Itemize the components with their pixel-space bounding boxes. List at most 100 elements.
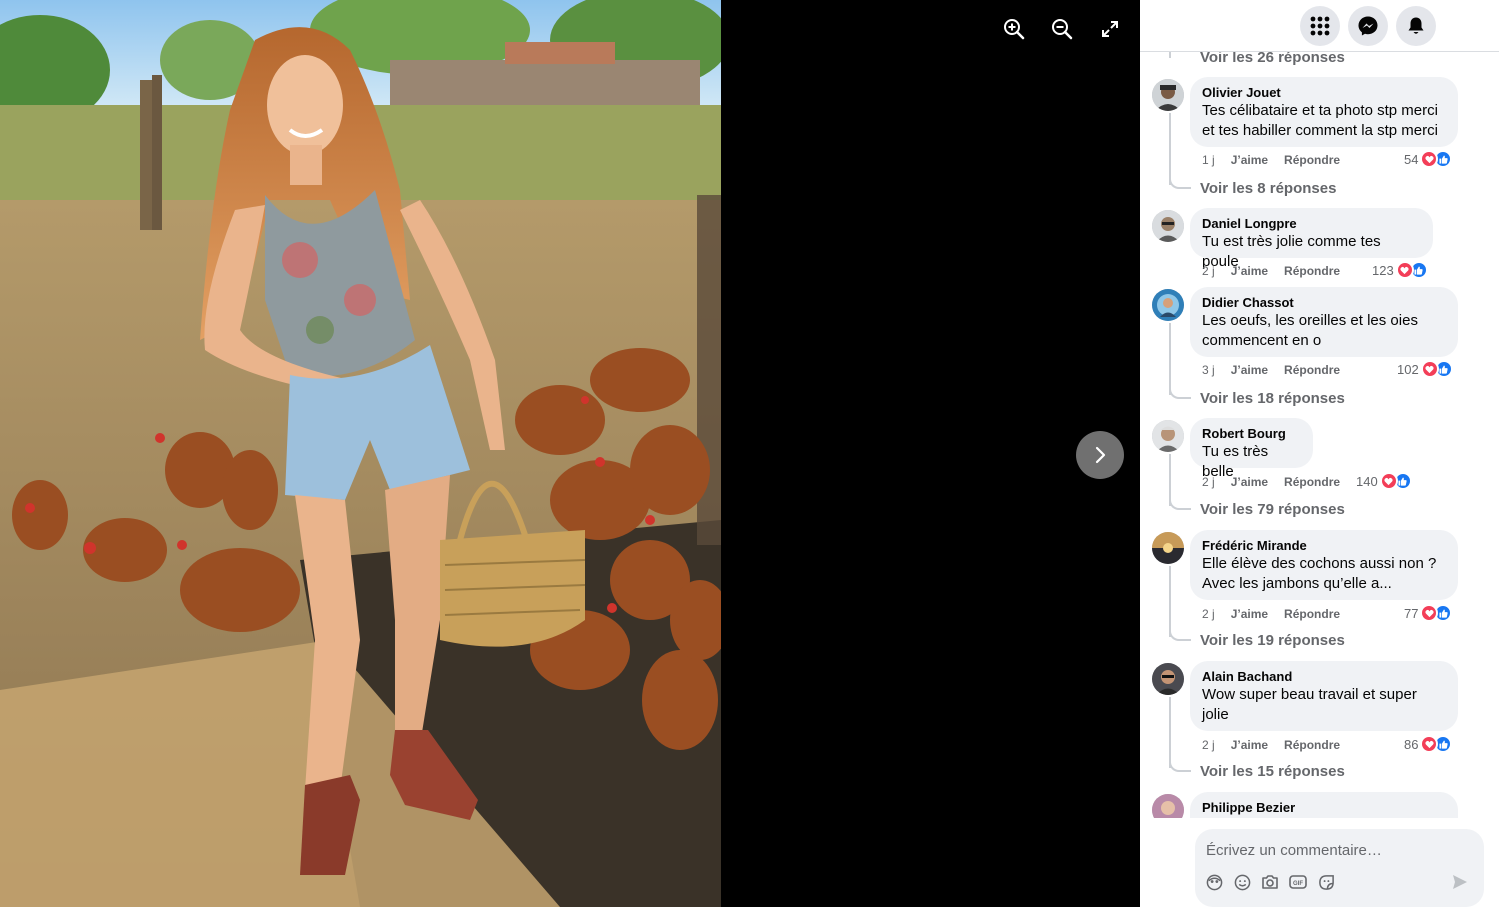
avatar[interactable]: [1152, 420, 1184, 452]
photo-viewer: [0, 0, 1140, 907]
menu-button[interactable]: [1300, 5, 1340, 46]
zoom-out-button[interactable]: [1042, 14, 1082, 44]
thread-elbow: [1169, 629, 1191, 641]
comment-bubble: Robert Bourg Tu es très belle: [1190, 418, 1313, 480]
comment-time: 2 j: [1202, 738, 1215, 752]
view-replies-link[interactable]: Voir les 18 réponses: [1200, 390, 1345, 407]
thread-line: [1169, 52, 1171, 58]
comment-bubble: Alain Bachand Wow super beau travail et …: [1190, 661, 1458, 731]
reaction-summary[interactable]: 123: [1372, 261, 1428, 279]
comments-list: Voir les 26 réponses Olivier Jouet Tes c…: [1140, 52, 1499, 818]
grid-menu-icon: [1310, 16, 1330, 35]
reaction-summary[interactable]: 77: [1404, 604, 1453, 622]
comment-actions: 3 j J’aime Répondre: [1202, 363, 1340, 377]
reaction-summary[interactable]: 54: [1404, 150, 1453, 168]
panel-header: [1140, 0, 1499, 52]
avatar[interactable]: [1152, 289, 1184, 321]
comment-author[interactable]: Frédéric Mirande: [1202, 538, 1446, 554]
avatar[interactable]: [1152, 663, 1184, 695]
reply-button[interactable]: Répondre: [1284, 153, 1340, 167]
bell-icon: [1408, 17, 1424, 34]
send-button[interactable]: [1451, 873, 1471, 893]
like-button[interactable]: J’aime: [1231, 363, 1268, 377]
view-replies-link[interactable]: Voir les 19 réponses: [1200, 632, 1345, 649]
photo-image: [0, 0, 721, 907]
comments-panel: Voir les 26 réponses Olivier Jouet Tes c…: [1140, 0, 1499, 907]
thread-line: [1169, 113, 1171, 185]
avatar[interactable]: [1152, 794, 1184, 818]
photo[interactable]: [0, 0, 721, 907]
comment-text: Wow super beau travail et super: [1202, 686, 1417, 703]
thread-elbow: [1169, 760, 1191, 772]
view-replies-link[interactable]: Voir les 26 réponses: [1200, 52, 1345, 66]
emoji-icon[interactable]: [1233, 873, 1251, 891]
comment-text: Elle élève des cochons aussi non ?: [1202, 555, 1437, 572]
like-button[interactable]: J’aime: [1231, 607, 1268, 621]
reaction-summary[interactable]: 102: [1397, 360, 1453, 378]
like-button[interactable]: J’aime: [1231, 153, 1268, 167]
comment-time: 2 j: [1202, 264, 1215, 278]
thread-line: [1169, 697, 1171, 768]
heart-icon: [1379, 472, 1398, 490]
sticker-icon[interactable]: [1317, 873, 1335, 891]
like-button[interactable]: J’aime: [1231, 264, 1268, 278]
reaction-count: 123: [1372, 262, 1394, 278]
like-button[interactable]: J’aime: [1231, 475, 1268, 489]
view-replies-link[interactable]: Voir les 8 réponses: [1200, 180, 1336, 197]
svg-text:GIF: GIF: [1293, 881, 1303, 887]
comment-bubble: Philippe Bezier: [1190, 792, 1458, 818]
comment-text: jolie: [1202, 706, 1229, 723]
comment-bubble: Daniel Longpre Tu est très jolie comme t…: [1190, 208, 1433, 270]
reaction-count: 54: [1404, 151, 1419, 167]
like-button[interactable]: J’aime: [1231, 738, 1268, 752]
messenger-button[interactable]: [1348, 5, 1388, 46]
gif-icon[interactable]: GIF: [1289, 873, 1307, 891]
comment-composer: GIF: [1195, 829, 1484, 907]
thread-elbow: [1169, 498, 1191, 510]
comment-author[interactable]: Didier Chassot: [1202, 295, 1446, 311]
reaction-summary[interactable]: 140: [1356, 472, 1412, 490]
reaction-count: 77: [1404, 605, 1419, 621]
comment-author[interactable]: Daniel Longpre: [1202, 216, 1421, 232]
fullscreen-button[interactable]: [1090, 14, 1130, 44]
avatar[interactable]: [1152, 210, 1184, 242]
reply-button[interactable]: Répondre: [1284, 264, 1340, 278]
comment-author[interactable]: Alain Bachand: [1202, 669, 1446, 685]
reply-button[interactable]: Répondre: [1284, 738, 1340, 752]
zoom-out-icon: [1052, 19, 1073, 40]
reply-button[interactable]: Répondre: [1284, 475, 1340, 489]
comment-author[interactable]: Olivier Jouet: [1202, 85, 1446, 101]
avatar[interactable]: [1152, 79, 1184, 111]
reaction-count: 86: [1404, 736, 1419, 752]
view-replies-link[interactable]: Voir les 79 réponses: [1200, 501, 1345, 518]
next-photo-button[interactable]: [1076, 431, 1124, 479]
heart-icon: [1420, 360, 1439, 378]
comment-time: 1 j: [1202, 153, 1215, 167]
view-replies-link[interactable]: Voir les 15 réponses: [1200, 763, 1345, 780]
comment-actions: 2 j J’aime Répondre: [1202, 738, 1340, 752]
comment-author[interactable]: Robert Bourg: [1202, 426, 1301, 442]
avatar[interactable]: [1152, 532, 1184, 564]
comment-input[interactable]: [1206, 839, 1466, 861]
comment-time: 3 j: [1202, 363, 1215, 377]
chevron-right-icon: [1095, 446, 1106, 464]
reply-button[interactable]: Répondre: [1284, 363, 1340, 377]
thread-elbow: [1169, 387, 1191, 399]
reaction-summary[interactable]: 86: [1404, 735, 1453, 753]
send-icon: [1453, 875, 1467, 889]
comment-actions: 2 j J’aime Répondre: [1202, 607, 1340, 621]
comment-text: et tes habiller comment la stp merci: [1202, 122, 1438, 139]
comment-author[interactable]: Philippe Bezier: [1202, 800, 1446, 816]
viewer-toolbar: [994, 14, 1130, 44]
comment-actions: 2 j J’aime Répondre: [1202, 264, 1340, 278]
notifications-button[interactable]: [1396, 5, 1436, 46]
reply-button[interactable]: Répondre: [1284, 607, 1340, 621]
heart-icon: [1395, 261, 1414, 279]
zoom-in-button[interactable]: [994, 14, 1034, 44]
avatar-sticker-icon[interactable]: [1205, 873, 1223, 891]
fullscreen-icon: [1102, 21, 1118, 37]
comment-bubble: Didier Chassot Les oeufs, les oreilles e…: [1190, 287, 1458, 357]
comment-bubble: Olivier Jouet Tes célibataire et ta phot…: [1190, 77, 1458, 147]
camera-icon[interactable]: [1261, 873, 1279, 891]
reaction-count: 102: [1397, 361, 1419, 377]
